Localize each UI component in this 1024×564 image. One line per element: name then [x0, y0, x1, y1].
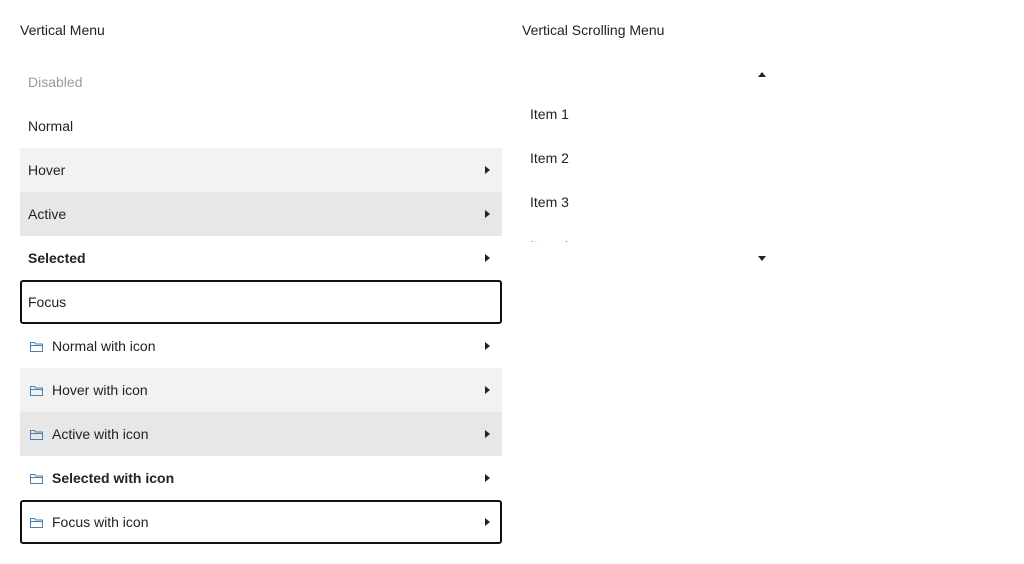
menu-item-label: Disabled [28, 74, 83, 90]
scrolling-menu-title: Vertical Scrolling Menu [522, 22, 665, 38]
scroll-menu-item[interactable]: Item 4 [522, 224, 778, 242]
menu-item-label: Selected [28, 250, 86, 266]
scroll-menu-item[interactable]: Item 3 [522, 180, 778, 224]
scroll-viewport: Item 1 Item 2 Item 3 Item 4 [522, 92, 778, 242]
menu-item-hover-with-icon[interactable]: Hover with icon [20, 368, 502, 412]
scroll-down-button[interactable] [522, 242, 778, 274]
menu-item-hover[interactable]: Hover [20, 148, 502, 192]
scroll-menu-item-label: Item 2 [530, 150, 569, 166]
submenu-arrow-icon [485, 474, 490, 482]
menu-item-label: Focus with icon [52, 514, 149, 530]
scroll-menu-item[interactable]: Item 1 [522, 92, 778, 136]
menu-item-focus[interactable]: Focus [20, 280, 502, 324]
menu-item-label: Normal [28, 118, 74, 134]
menu-item-label: Hover with icon [52, 382, 148, 398]
menu-item-label: Hover [28, 162, 66, 178]
menu-item-selected[interactable]: Selected [20, 236, 502, 280]
submenu-arrow-icon [485, 518, 490, 526]
menu-item-label: Active with icon [52, 426, 149, 442]
submenu-arrow-icon [485, 210, 490, 218]
submenu-arrow-icon [485, 166, 490, 174]
menu-item-label: Active [28, 206, 67, 222]
scroll-menu-item-label: Item 1 [530, 106, 569, 122]
vertical-menu: Disabled Normal Hover Active Selected Focus No… [20, 60, 502, 544]
menu-item-label: Focus [28, 294, 67, 310]
menu-item-active-with-icon[interactable]: Active with icon [20, 412, 502, 456]
menu-item-selected-with-icon[interactable]: Selected with icon [20, 456, 502, 500]
scroll-menu-item-label: Item 3 [530, 194, 569, 210]
folder-icon [28, 514, 44, 530]
menu-item-label: Selected with icon [52, 470, 175, 486]
menu-item-focus-with-icon[interactable]: Focus with icon [20, 500, 502, 544]
folder-icon [28, 338, 44, 354]
triangle-down-icon [758, 256, 766, 261]
folder-icon [28, 382, 44, 398]
menu-item-normal[interactable]: Normal [20, 104, 502, 148]
submenu-arrow-icon [485, 342, 490, 350]
submenu-arrow-icon [485, 254, 490, 262]
folder-icon [28, 470, 44, 486]
scroll-up-button[interactable] [522, 60, 778, 92]
menu-item-normal-with-icon[interactable]: Normal with icon [20, 324, 502, 368]
submenu-arrow-icon [485, 386, 490, 394]
submenu-arrow-icon [485, 430, 490, 438]
scroll-menu-item[interactable]: Item 2 [522, 136, 778, 180]
vertical-menu-title: Vertical Menu [20, 22, 105, 38]
triangle-up-icon [758, 72, 766, 77]
menu-item-active[interactable]: Active [20, 192, 502, 236]
scrolling-menu: Item 1 Item 2 Item 3 Item 4 [522, 60, 778, 276]
menu-item-disabled: Disabled [20, 60, 502, 104]
folder-icon [28, 426, 44, 442]
menu-item-label: Normal with icon [52, 338, 156, 354]
